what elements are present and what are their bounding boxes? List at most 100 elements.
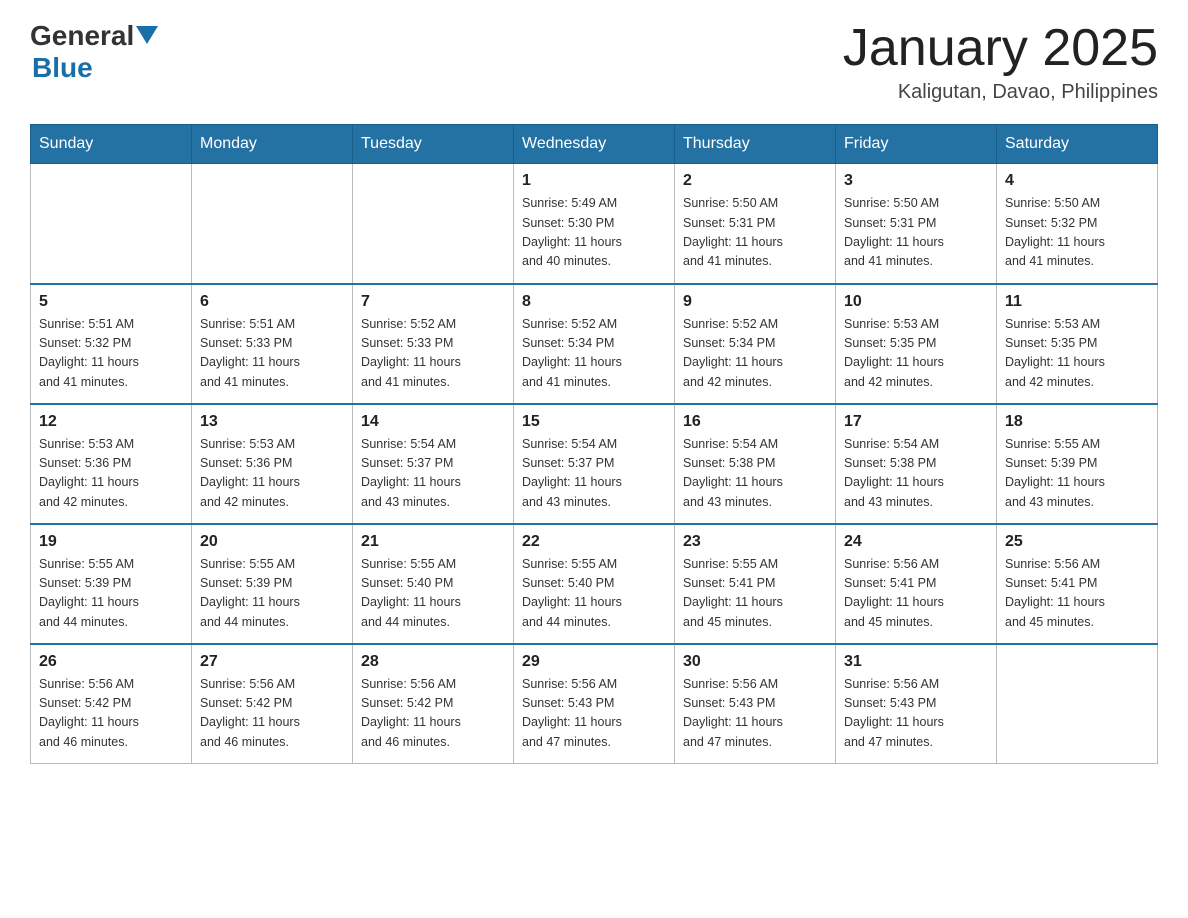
- calendar-cell: 2 Sunrise: 5:50 AM Sunset: 5:31 PM Daylig…: [675, 164, 836, 284]
- day-info: Sunrise: 5:52 AM Sunset: 5:33 PM Dayligh…: [361, 315, 505, 393]
- day-number: 27: [200, 653, 344, 671]
- location: Kaligutan, Davao, Philippines: [843, 81, 1158, 104]
- calendar-week-row: 1Sunrise: 5:49 AM Sunset: 5:30 PM Daylig…: [31, 164, 1158, 284]
- col-monday: Monday: [192, 125, 353, 164]
- day-info: Sunrise: 5:56 AM Sunset: 5:42 PM Dayligh…: [39, 675, 183, 753]
- calendar-week-row: 12 Sunrise: 5:53 AM Sunset: 5:36 PM Dayli…: [31, 404, 1158, 524]
- title-section: January 2025 Kaligutan, Davao, Philippin…: [843, 20, 1158, 104]
- calendar-cell: 23Sunrise: 5:55 AM Sunset: 5:41 PM Dayli…: [675, 524, 836, 644]
- day-info: Sunrise: 5:51 AM Sunset: 5:32 PM Dayligh…: [39, 315, 183, 393]
- calendar-cell: 1Sunrise: 5:49 AM Sunset: 5:30 PM Daylig…: [514, 164, 675, 284]
- calendar-cell: 4 Sunrise: 5:50 AM Sunset: 5:32 PM Daylig…: [997, 164, 1158, 284]
- day-info: Sunrise: 5:55 AM Sunset: 5:39 PM Dayligh…: [1005, 435, 1149, 513]
- calendar-cell: 17 Sunrise: 5:54 AM Sunset: 5:38 PM Dayli…: [836, 404, 997, 524]
- day-info: Sunrise: 5:56 AM Sunset: 5:43 PM Dayligh…: [844, 675, 988, 753]
- day-info: Sunrise: 5:51 AM Sunset: 5:33 PM Dayligh…: [200, 315, 344, 393]
- day-number: 23: [683, 533, 827, 551]
- calendar-cell: 29 Sunrise: 5:56 AM Sunset: 5:43 PM Dayli…: [514, 644, 675, 764]
- day-number: 29: [522, 653, 666, 671]
- logo-general-text: General: [30, 20, 134, 52]
- calendar-week-row: 19 Sunrise: 5:55 AM Sunset: 5:39 PM Dayli…: [31, 524, 1158, 644]
- day-info: Sunrise: 5:56 AM Sunset: 5:42 PM Dayligh…: [200, 675, 344, 753]
- calendar-cell: 25Sunrise: 5:56 AM Sunset: 5:41 PM Dayli…: [997, 524, 1158, 644]
- day-info: Sunrise: 5:50 AM Sunset: 5:31 PM Dayligh…: [844, 194, 988, 272]
- calendar-cell: 30 Sunrise: 5:56 AM Sunset: 5:43 PM Dayli…: [675, 644, 836, 764]
- calendar-cell: 21 Sunrise: 5:55 AM Sunset: 5:40 PM Dayli…: [353, 524, 514, 644]
- day-number: 5: [39, 293, 183, 311]
- calendar-cell: [353, 164, 514, 284]
- calendar-cell: 18 Sunrise: 5:55 AM Sunset: 5:39 PM Dayli…: [997, 404, 1158, 524]
- day-info: Sunrise: 5:56 AM Sunset: 5:43 PM Dayligh…: [683, 675, 827, 753]
- calendar-cell: 9 Sunrise: 5:52 AM Sunset: 5:34 PM Daylig…: [675, 284, 836, 404]
- day-number: 22: [522, 533, 666, 551]
- day-info: Sunrise: 5:55 AM Sunset: 5:39 PM Dayligh…: [39, 555, 183, 633]
- day-number: 12: [39, 413, 183, 431]
- calendar-cell: [192, 164, 353, 284]
- day-info: Sunrise: 5:53 AM Sunset: 5:36 PM Dayligh…: [39, 435, 183, 513]
- day-info: Sunrise: 5:54 AM Sunset: 5:38 PM Dayligh…: [683, 435, 827, 513]
- day-info: Sunrise: 5:53 AM Sunset: 5:36 PM Dayligh…: [200, 435, 344, 513]
- calendar-cell: 24 Sunrise: 5:56 AM Sunset: 5:41 PM Dayli…: [836, 524, 997, 644]
- day-number: 9: [683, 293, 827, 311]
- calendar-cell: 5 Sunrise: 5:51 AM Sunset: 5:32 PM Daylig…: [31, 284, 192, 404]
- logo-blue-text: Blue: [32, 52, 93, 83]
- calendar-cell: 13Sunrise: 5:53 AM Sunset: 5:36 PM Dayli…: [192, 404, 353, 524]
- day-number: 3: [844, 172, 988, 190]
- calendar-cell: 16 Sunrise: 5:54 AM Sunset: 5:38 PM Dayli…: [675, 404, 836, 524]
- day-number: 21: [361, 533, 505, 551]
- day-info: Sunrise: 5:56 AM Sunset: 5:43 PM Dayligh…: [522, 675, 666, 753]
- day-info: Sunrise: 5:54 AM Sunset: 5:38 PM Dayligh…: [844, 435, 988, 513]
- calendar-cell: 7 Sunrise: 5:52 AM Sunset: 5:33 PM Daylig…: [353, 284, 514, 404]
- day-info: Sunrise: 5:52 AM Sunset: 5:34 PM Dayligh…: [522, 315, 666, 393]
- day-number: 15: [522, 413, 666, 431]
- calendar-table: Sunday Monday Tuesday Wednesday Thursday…: [30, 124, 1158, 764]
- day-number: 2: [683, 172, 827, 190]
- day-info: Sunrise: 5:53 AM Sunset: 5:35 PM Dayligh…: [1005, 315, 1149, 393]
- day-info: Sunrise: 5:56 AM Sunset: 5:41 PM Dayligh…: [844, 555, 988, 633]
- day-number: 28: [361, 653, 505, 671]
- day-number: 7: [361, 293, 505, 311]
- day-number: 30: [683, 653, 827, 671]
- day-number: 4: [1005, 172, 1149, 190]
- day-info: Sunrise: 5:49 AM Sunset: 5:30 PM Dayligh…: [522, 194, 666, 272]
- day-info: Sunrise: 5:56 AM Sunset: 5:41 PM Dayligh…: [1005, 555, 1149, 633]
- calendar-cell: 15 Sunrise: 5:54 AM Sunset: 5:37 PM Dayli…: [514, 404, 675, 524]
- day-info: Sunrise: 5:55 AM Sunset: 5:40 PM Dayligh…: [522, 555, 666, 633]
- day-info: Sunrise: 5:53 AM Sunset: 5:35 PM Dayligh…: [844, 315, 988, 393]
- calendar-cell: 27 Sunrise: 5:56 AM Sunset: 5:42 PM Dayli…: [192, 644, 353, 764]
- col-saturday: Saturday: [997, 125, 1158, 164]
- calendar-cell: 22 Sunrise: 5:55 AM Sunset: 5:40 PM Dayli…: [514, 524, 675, 644]
- calendar-cell: 10Sunrise: 5:53 AM Sunset: 5:35 PM Dayli…: [836, 284, 997, 404]
- day-number: 19: [39, 533, 183, 551]
- day-info: Sunrise: 5:50 AM Sunset: 5:32 PM Dayligh…: [1005, 194, 1149, 272]
- day-number: 16: [683, 413, 827, 431]
- calendar-cell: 14 Sunrise: 5:54 AM Sunset: 5:37 PM Dayli…: [353, 404, 514, 524]
- calendar-week-row: 5 Sunrise: 5:51 AM Sunset: 5:32 PM Daylig…: [31, 284, 1158, 404]
- day-info: Sunrise: 5:54 AM Sunset: 5:37 PM Dayligh…: [361, 435, 505, 513]
- calendar-cell: 19 Sunrise: 5:55 AM Sunset: 5:39 PM Dayli…: [31, 524, 192, 644]
- calendar-cell: 6Sunrise: 5:51 AM Sunset: 5:33 PM Daylig…: [192, 284, 353, 404]
- calendar-cell: 11 Sunrise: 5:53 AM Sunset: 5:35 PM Dayli…: [997, 284, 1158, 404]
- calendar-cell: 28Sunrise: 5:56 AM Sunset: 5:42 PM Dayli…: [353, 644, 514, 764]
- calendar-cell: 12 Sunrise: 5:53 AM Sunset: 5:36 PM Dayli…: [31, 404, 192, 524]
- day-number: 18: [1005, 413, 1149, 431]
- day-info: Sunrise: 5:52 AM Sunset: 5:34 PM Dayligh…: [683, 315, 827, 393]
- day-info: Sunrise: 5:55 AM Sunset: 5:40 PM Dayligh…: [361, 555, 505, 633]
- day-number: 11: [1005, 293, 1149, 311]
- col-tuesday: Tuesday: [353, 125, 514, 164]
- page-header: General Blue January 2025 Kaligutan, Dav…: [30, 20, 1158, 104]
- month-title: January 2025: [843, 20, 1158, 77]
- day-number: 24: [844, 533, 988, 551]
- day-info: Sunrise: 5:50 AM Sunset: 5:31 PM Dayligh…: [683, 194, 827, 272]
- day-number: 14: [361, 413, 505, 431]
- day-info: Sunrise: 5:54 AM Sunset: 5:37 PM Dayligh…: [522, 435, 666, 513]
- day-number: 17: [844, 413, 988, 431]
- day-info: Sunrise: 5:55 AM Sunset: 5:39 PM Dayligh…: [200, 555, 344, 633]
- logo: General Blue: [30, 20, 158, 84]
- logo-triangle-icon: [136, 26, 158, 48]
- day-number: 31: [844, 653, 988, 671]
- calendar-cell: 31 Sunrise: 5:56 AM Sunset: 5:43 PM Dayli…: [836, 644, 997, 764]
- calendar-cell: [997, 644, 1158, 764]
- calendar-cell: [31, 164, 192, 284]
- calendar-header-row: Sunday Monday Tuesday Wednesday Thursday…: [31, 125, 1158, 164]
